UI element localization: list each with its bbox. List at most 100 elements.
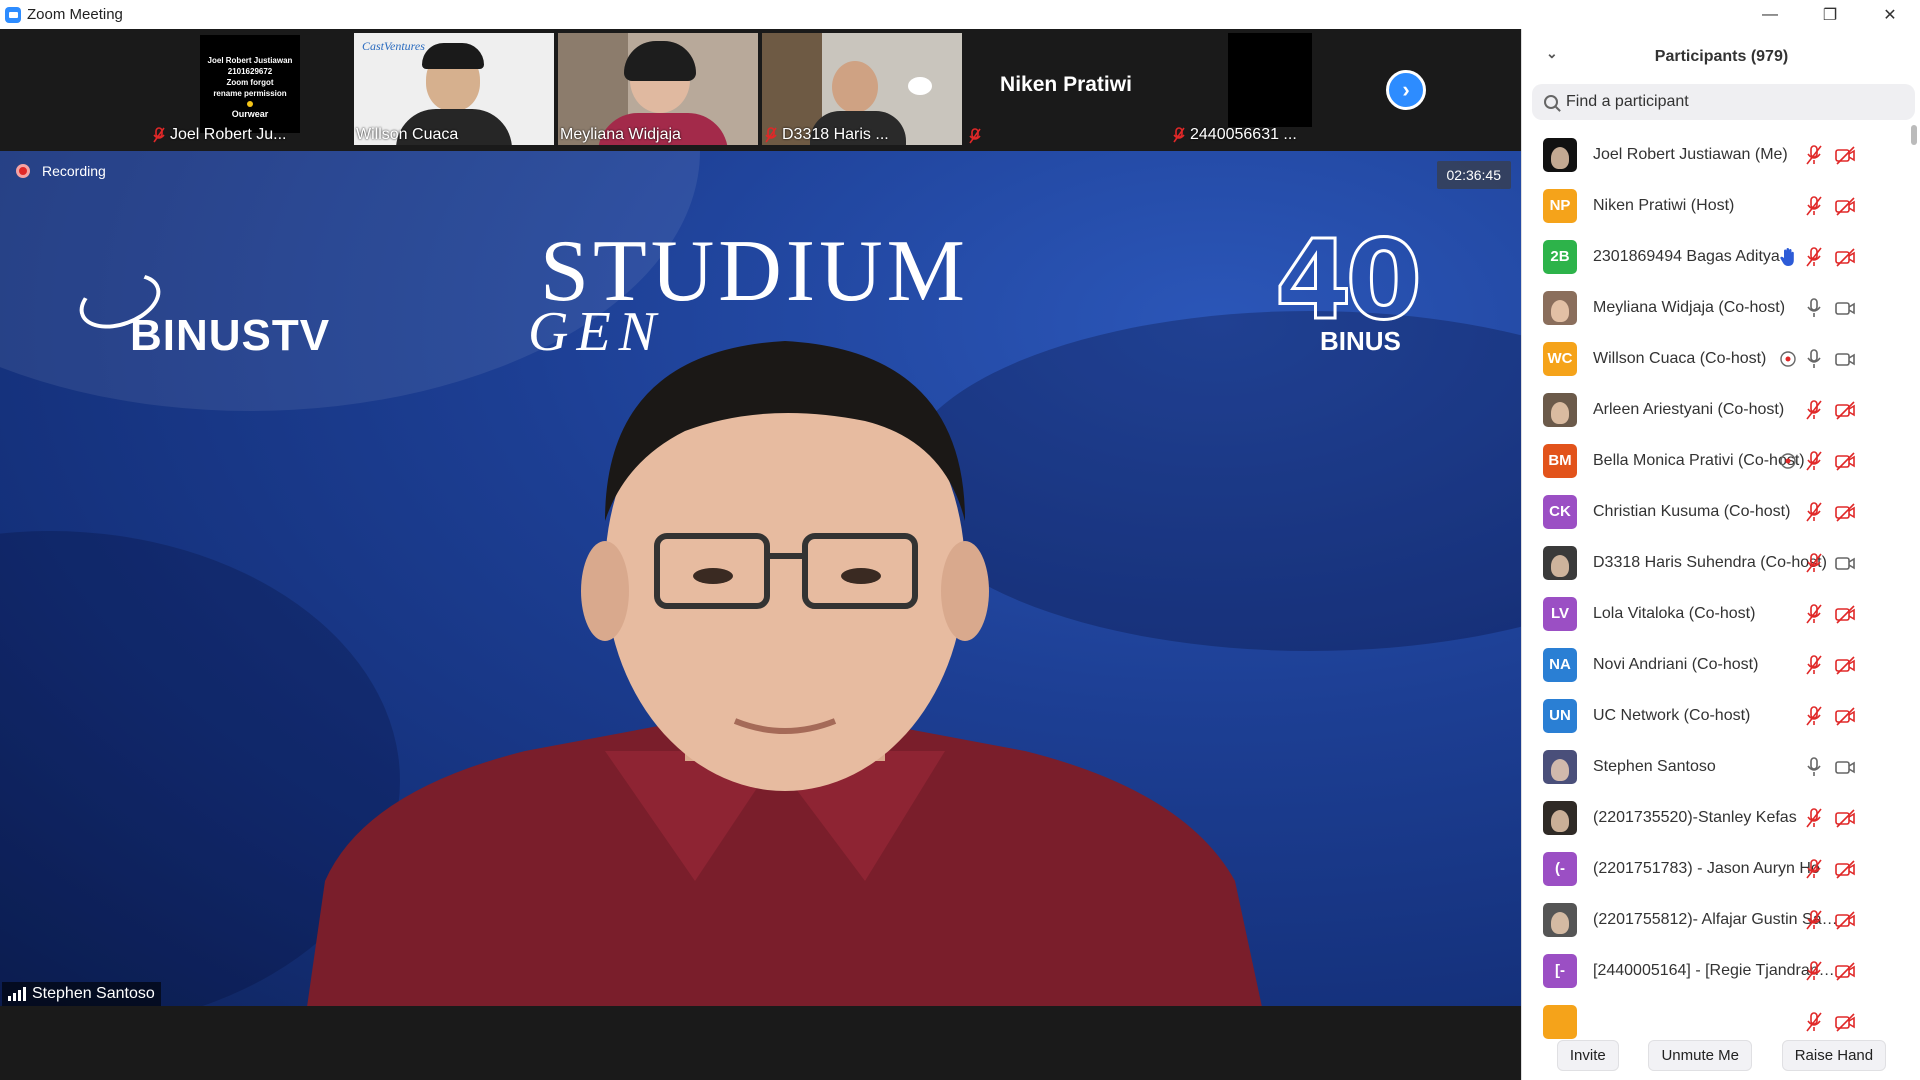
avatar — [1543, 800, 1577, 835]
filmstrip: Joel Robert Justiawan 2101629672 Zoom fo… — [0, 29, 1521, 149]
video-thumb[interactable]: Niken Pratiwi — [966, 33, 1166, 145]
participant-row[interactable]: BM Bella Monica Prativi (Co-host) — [1522, 435, 1912, 486]
invite-button[interactable]: Invite — [1556, 1040, 1619, 1071]
video-thumb[interactable]: Joel Robert Justiawan 2101629672 Zoom fo… — [150, 33, 350, 145]
logo-number: 40 — [1273, 215, 1423, 346]
name-card: Joel Robert Justiawan 2101629672 Zoom fo… — [200, 35, 300, 133]
raised-hand-icon — [1777, 246, 1799, 268]
video-thumb[interactable]: Meyliana Widjaja — [558, 33, 758, 145]
scrollbar-thumb[interactable] — [1911, 125, 1917, 145]
minimize-button[interactable]: — — [1740, 0, 1800, 29]
camera-off-icon — [1834, 603, 1856, 625]
mic-muted-icon — [1172, 127, 1186, 143]
maximize-button[interactable]: ❐ — [1800, 0, 1860, 29]
participant-name: Stephen Santoso — [1593, 757, 1716, 775]
avatar — [1543, 392, 1577, 427]
lamp — [908, 77, 932, 95]
mic-muted-icon — [1803, 246, 1825, 268]
participant-name: [2440005164] - [Regie Tjandrana... — [1593, 961, 1838, 979]
participant-row[interactable]: (2201755812)- Alfajar Gustin Sav... — [1522, 894, 1912, 945]
search-placeholder: Find a participant — [1566, 93, 1689, 110]
participant-row[interactable]: Joel Robert Justiawan (Me) — [1522, 129, 1912, 180]
recording-indicator[interactable]: Recording — [16, 163, 106, 179]
logo-name: BINUS — [1320, 326, 1401, 356]
participant-name: 2301869494 Bagas Aditya — [1593, 247, 1780, 265]
participant-row[interactable]: NP Niken Pratiwi (Host) — [1522, 180, 1912, 231]
participant-name: Bella Monica Prativi (Co-host) — [1593, 451, 1805, 469]
video-thumb[interactable]: 2440056631 ... — [1170, 33, 1370, 145]
avatar-photo — [1551, 911, 1569, 934]
yellow-dot — [247, 101, 253, 107]
meeting-area: Joel Robert Justiawan 2101629672 Zoom fo… — [0, 29, 1521, 1080]
participant-row[interactable]: LV Lola Vitaloka (Co-host) — [1522, 588, 1912, 639]
thumb-label: D3318 Haris ... — [764, 126, 889, 144]
hair — [422, 43, 484, 69]
participant-row[interactable]: 2B 2301869494 Bagas Aditya — [1522, 231, 1912, 282]
camera-icon — [1834, 756, 1856, 778]
logo-text: BINUSTV — [130, 311, 331, 360]
participant-name: 2440056631 ... — [1190, 126, 1297, 143]
participant-name: Joel Robert Ju... — [170, 126, 287, 143]
participant-row[interactable]: (- (2201751783) - Jason Auryn Ho — [1522, 843, 1912, 894]
avatar: NA — [1543, 647, 1577, 682]
participant-name: D3318 Haris Suhendra (Co-host) — [1593, 553, 1827, 571]
mic-muted-icon — [1803, 552, 1825, 574]
participant-name: (2201751783) - Jason Auryn Ho — [1593, 859, 1820, 877]
camera-off-icon — [1834, 501, 1856, 523]
avatar — [1543, 902, 1577, 937]
participant-row[interactable]: Stephen Santoso — [1522, 741, 1912, 792]
camera-off-icon — [1834, 246, 1856, 268]
camera-icon — [1834, 297, 1856, 319]
title-bar: Zoom Meeting — ❐ ✕ — [0, 0, 1920, 29]
participant-name: (2201735520)-Stanley Kefas — [1593, 808, 1797, 826]
screen-share-icon — [1777, 450, 1799, 472]
participant-row[interactable]: D3318 Haris Suhendra (Co-host) — [1522, 537, 1912, 588]
mic-muted-icon — [1803, 450, 1825, 472]
participant-row[interactable]: Arleen Ariestyani (Co-host) — [1522, 384, 1912, 435]
thumb-label: Joel Robert Ju... — [152, 126, 287, 144]
avatar: 2B — [1543, 239, 1577, 274]
avatar: BM — [1543, 443, 1577, 478]
participant-name: (2201755812)- Alfajar Gustin Sav... — [1593, 910, 1838, 928]
mic-muted-icon — [1803, 858, 1825, 880]
card-line: Ourwear — [231, 109, 269, 119]
avatar-photo — [1551, 146, 1569, 169]
participant-row[interactable]: Meyliana Widjaja (Co-host) — [1522, 282, 1912, 333]
unmute-me-button[interactable]: Unmute Me — [1648, 1040, 1752, 1071]
search-input[interactable]: Find a participant — [1532, 84, 1915, 120]
thumb-label: 2440056631 ... — [1172, 126, 1297, 144]
video-thumb[interactable]: D3318 Haris ... — [762, 33, 962, 145]
speaker-person — [307, 341, 1262, 1006]
participant-row[interactable]: UN UC Network (Co-host) — [1522, 690, 1912, 741]
avatar-photo — [1551, 554, 1569, 577]
mic-muted-icon — [1803, 705, 1825, 727]
participant-list-scrollbar[interactable] — [1911, 125, 1917, 1045]
participant-row[interactable]: [- [2440005164] - [Regie Tjandrana... — [1522, 945, 1912, 996]
camera-icon — [1834, 552, 1856, 574]
participant-row[interactable]: (2201735520)-Stanley Kefas — [1522, 792, 1912, 843]
participant-row[interactable]: CK Christian Kusuma (Co-host) — [1522, 486, 1912, 537]
card-line: rename permission — [213, 89, 287, 98]
panel-header: ⌄ Participants (979) — [1522, 29, 1920, 85]
mic-muted-icon — [1803, 1011, 1825, 1033]
avatar-photo — [1551, 758, 1569, 781]
raise-hand-button[interactable]: Raise Hand — [1781, 1040, 1887, 1071]
participant-name: UC Network (Co-host) — [1593, 706, 1751, 724]
close-button[interactable]: ✕ — [1860, 0, 1920, 29]
thumb-label: Willson Cuaca — [356, 126, 458, 144]
screen-share-icon — [1777, 348, 1799, 370]
next-page-button[interactable]: › — [1386, 70, 1426, 110]
participant-row[interactable]: NA Novi Andriani (Co-host) — [1522, 639, 1912, 690]
card-line: Zoom forgot — [226, 78, 274, 87]
avatar: NP — [1543, 188, 1577, 223]
video-thumb[interactable]: CastVentures Willson Cuaca — [354, 33, 554, 145]
camera-off-icon — [1834, 450, 1856, 472]
recording-label: Recording — [42, 163, 106, 179]
card-line: Joel Robert Justiawan — [207, 56, 293, 65]
camera-off-icon — [1834, 195, 1856, 217]
camera-off-icon — [1834, 1011, 1856, 1033]
camera-off-icon — [1834, 654, 1856, 676]
participant-row[interactable]: WC Willson Cuaca (Co-host) — [1522, 333, 1912, 384]
chevron-down-icon[interactable]: ⌄ — [1546, 45, 1558, 62]
mic-muted-icon — [1803, 144, 1825, 166]
